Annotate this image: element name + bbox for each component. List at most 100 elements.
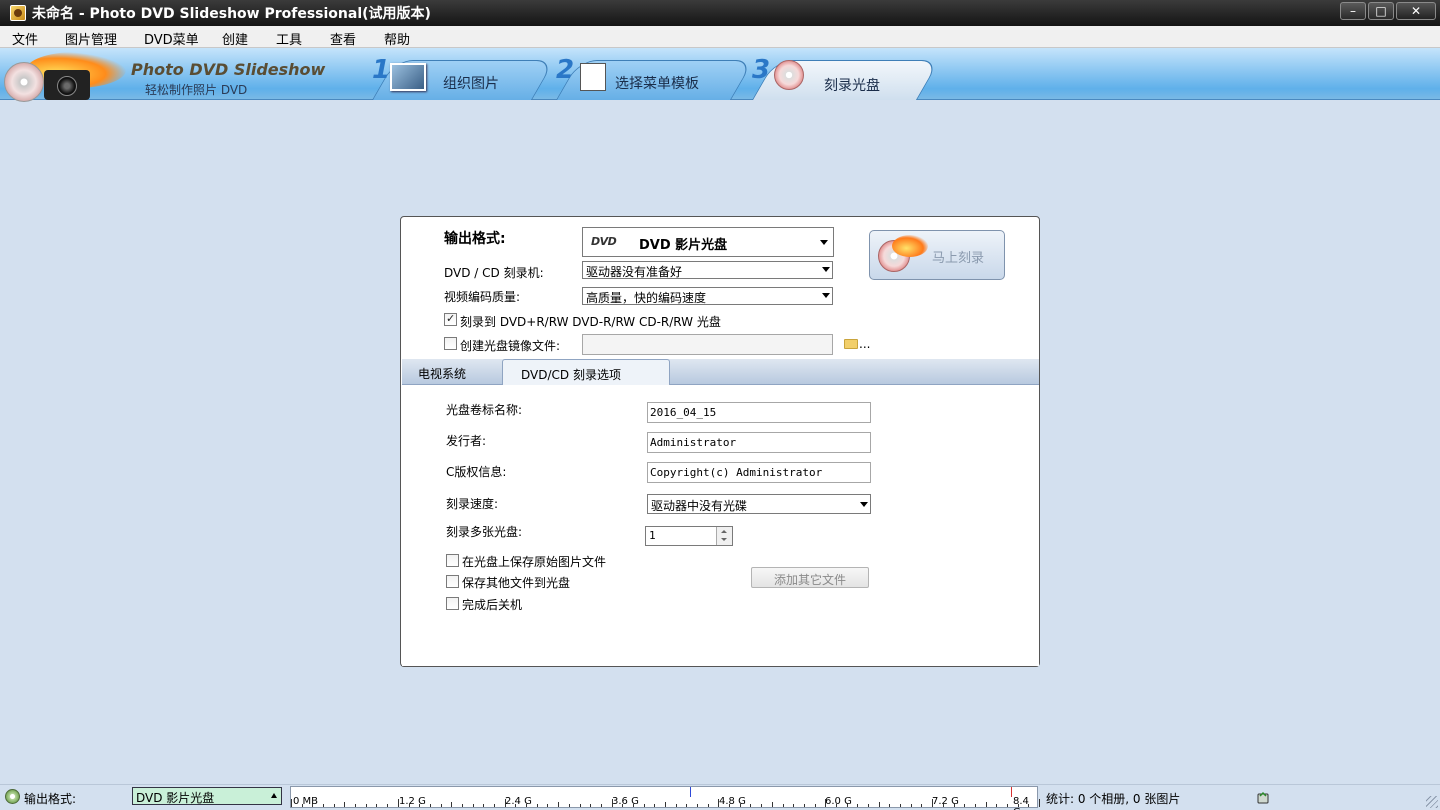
copies-label: 刻录多张光盘:	[446, 525, 523, 539]
output-format-value: DVD 影片光盘	[639, 238, 728, 253]
ruler-tick	[954, 804, 955, 807]
ruler-tick	[302, 804, 303, 807]
ruler-tick	[505, 799, 506, 807]
maximize-button[interactable]: □	[1368, 2, 1394, 20]
ruler-tick	[986, 802, 987, 807]
tab-tv-system[interactable]: 电视系统	[418, 359, 488, 385]
menu-dvd[interactable]: DVD菜单	[132, 29, 199, 48]
ruler-tick	[344, 802, 345, 807]
step-organize-pictures[interactable]: 1 组织图片	[372, 55, 556, 100]
ruler-tick	[644, 804, 645, 807]
step-select-menu-template[interactable]: 2 选择菜单模板	[556, 55, 755, 100]
status-format-value: DVD 影片光盘	[136, 791, 215, 805]
publisher-field[interactable]: Administrator	[647, 432, 871, 453]
ruler-tick	[921, 804, 922, 807]
menu-pictures[interactable]: 图片管理	[53, 29, 117, 48]
used-size-marker	[690, 787, 691, 797]
brand-name: Photo DVD Slideshow	[131, 60, 326, 79]
ruler-tick	[515, 804, 516, 807]
status-format-select[interactable]: DVD 影片光盘	[132, 787, 282, 805]
window-title: 未命名 - Photo DVD Slideshow Professional(试…	[32, 6, 431, 22]
ruler-tick	[825, 799, 826, 807]
volume-label-field[interactable]: 2016_04_15	[647, 402, 871, 423]
shutdown-checkbox[interactable]	[446, 597, 459, 610]
ruler-tick	[943, 804, 944, 807]
ruler-tick	[911, 804, 912, 807]
burn-settings-panel: 输出格式: DVD DVD 影片光盘 马上刻录 DVD / CD 刻录机: 驱动…	[400, 216, 1040, 667]
create-iso-label: 创建光盘镜像文件:	[460, 339, 561, 353]
ruler-tick	[772, 802, 773, 807]
stepper-up-icon[interactable]	[721, 530, 727, 533]
burn-speed-select[interactable]: 驱动器中没有光碟	[647, 494, 871, 514]
ruler-tick	[483, 804, 484, 807]
copies-stepper[interactable]: 1	[645, 526, 733, 546]
ruler-tick	[601, 804, 602, 807]
ruler-tick	[879, 802, 880, 807]
step-burn-disc[interactable]: 3 刻录光盘	[752, 55, 941, 100]
burn-to-disc-checkbox[interactable]	[444, 312, 457, 326]
burn-options-content: 光盘卷标名称: 2016_04_15 发行者: Administrator C版…	[402, 385, 1039, 666]
menu-create[interactable]: 创建	[210, 29, 248, 48]
burn-now-button[interactable]: 马上刻录	[869, 230, 1005, 280]
menu-file[interactable]: 文件	[0, 29, 38, 48]
ruler-tick	[676, 804, 677, 807]
template-checklist-icon	[580, 63, 606, 91]
ruler-tick	[419, 804, 420, 807]
menu-tools[interactable]: 工具	[264, 29, 302, 48]
ruler-tick	[900, 804, 901, 807]
step-number: 1	[372, 55, 391, 85]
recycle-icon[interactable]	[1255, 789, 1271, 804]
window-controls: – □ ✕	[1340, 2, 1436, 20]
ruler-tick	[761, 804, 762, 807]
shutdown-label: 完成后关机	[462, 598, 523, 612]
ruler-tick	[398, 799, 399, 807]
minimize-button[interactable]: –	[1340, 2, 1366, 20]
copyright-field[interactable]: Copyright(c) Administrator	[647, 462, 871, 483]
ruler-tick	[665, 802, 666, 807]
stepper-buttons[interactable]	[716, 527, 732, 545]
title-bar: 未命名 - Photo DVD Slideshow Professional(试…	[0, 0, 1440, 26]
add-other-files-button[interactable]: 添加其它文件	[751, 567, 869, 588]
ruler-tick	[537, 804, 538, 807]
iso-path-field[interactable]	[582, 334, 833, 355]
app-icon[interactable]	[10, 5, 26, 21]
tab-burn-options[interactable]: DVD/CD 刻录选项	[502, 359, 670, 385]
ruler-tick	[612, 799, 613, 807]
stepper-down-icon[interactable]	[721, 538, 727, 541]
ruler-tick	[355, 804, 356, 807]
save-other-files-checkbox[interactable]	[446, 575, 459, 588]
speed-label: 刻录速度:	[446, 497, 499, 511]
folder-icon[interactable]	[844, 339, 858, 349]
quality-value: 高质量，快的编码速度	[586, 291, 707, 305]
camera-logo-icon	[44, 70, 90, 100]
step-number: 3	[752, 55, 771, 85]
step-label: 组织图片	[443, 76, 499, 92]
create-iso-checkbox[interactable]	[444, 337, 457, 350]
ruler-tick	[1018, 804, 1019, 807]
ruler-tick	[654, 804, 655, 807]
browse-button[interactable]: ...	[859, 337, 870, 351]
ruler-tick	[633, 804, 634, 807]
copyright-label: C版权信息:	[446, 465, 507, 479]
ruler-tick	[451, 802, 452, 807]
publisher-label: 发行者:	[446, 434, 487, 448]
close-button[interactable]: ✕	[1396, 2, 1436, 20]
burner-label: DVD / CD 刻录机:	[444, 266, 544, 280]
ruler-tick	[964, 804, 965, 807]
ruler-tick	[750, 804, 751, 807]
menu-view[interactable]: 查看	[318, 29, 356, 48]
ruler-tick	[622, 804, 623, 807]
output-format-select[interactable]: DVD DVD 影片光盘	[582, 227, 834, 257]
ruler-tick	[366, 804, 367, 807]
keep-originals-checkbox[interactable]	[446, 554, 459, 567]
quality-select[interactable]: 高质量，快的编码速度	[582, 287, 833, 305]
flame-icon	[892, 235, 928, 257]
burner-select[interactable]: 驱动器没有准备好	[582, 261, 833, 279]
ruler-tick	[387, 804, 388, 807]
ruler-tick	[430, 804, 431, 807]
menu-help[interactable]: 帮助	[372, 29, 410, 48]
brand-subtitle: 轻松制作照片 DVD	[145, 83, 248, 97]
burn-speed-value: 驱动器中没有光碟	[651, 499, 748, 513]
resize-grip[interactable]	[1426, 796, 1438, 808]
ruler-tick	[409, 804, 410, 807]
